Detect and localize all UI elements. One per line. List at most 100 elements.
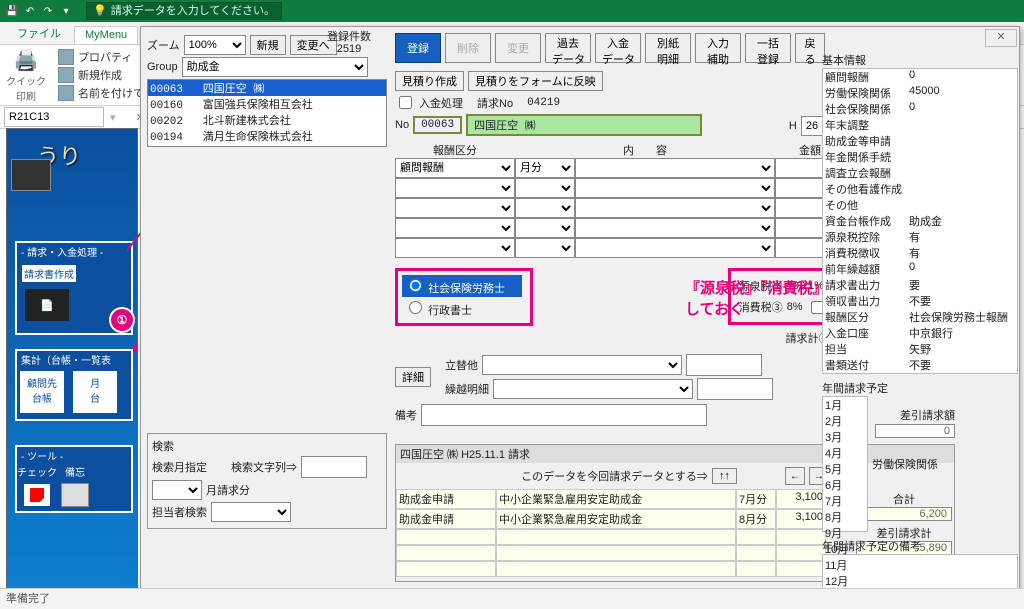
doc-icon — [58, 49, 74, 65]
list-row[interactable]: 00202 北斗新建株式会社 — [148, 112, 386, 128]
row0-content-b[interactable] — [575, 158, 775, 178]
delete-button: 削除 — [445, 33, 491, 63]
row0-kubun[interactable]: 顧問報酬 — [395, 158, 515, 178]
info-key: その他看護作成 — [825, 181, 909, 197]
row0-content-a[interactable]: 月分 — [515, 158, 575, 178]
list-row[interactable]: 00063 四国圧空 ㈱ — [148, 80, 386, 96]
excel-titlebar: 💾 ↶ ↷ ▾ 💡 請求データを入力してください。 — [0, 0, 1024, 22]
tell-me-placeholder: 請求データを入力してください。 — [111, 3, 275, 19]
group-label: Group — [147, 61, 178, 73]
invoice-create-button[interactable]: 請求書作成 — [21, 264, 77, 283]
schedule-header: 年間請求予定 — [822, 380, 1018, 396]
info-key: その他 — [825, 197, 909, 213]
info-key: 年金関係手続 — [825, 149, 909, 165]
month-item[interactable]: 6月 — [825, 477, 865, 493]
no-code: 00063 — [413, 116, 462, 134]
deposit-proc-checkbox[interactable] — [399, 96, 412, 109]
quick-print-group[interactable]: 🖨️ クイック 印刷 — [6, 48, 46, 103]
info-key: 社会保険関係 — [825, 101, 909, 117]
search-month-select[interactable] — [152, 480, 202, 500]
tile-check[interactable] — [23, 483, 51, 507]
dialog-close-button[interactable]: ✕ — [985, 29, 1017, 47]
info-key: 消費税徴収 — [825, 245, 909, 261]
redo-icon[interactable]: ↷ — [40, 3, 56, 19]
info-val: 0 — [909, 261, 915, 277]
basic-info-header: 基本情報 — [822, 52, 1018, 68]
staff-search-select[interactable] — [211, 502, 291, 522]
month-item[interactable]: 8月 — [825, 509, 865, 525]
detail-edit-button[interactable]: 詳細 — [395, 367, 431, 387]
month-item[interactable]: 7月 — [825, 493, 865, 509]
radio-gyosei[interactable]: 行政書士 — [402, 297, 522, 319]
save-icon2 — [58, 85, 74, 101]
month-item[interactable]: 2月 — [825, 413, 865, 429]
name-box[interactable] — [4, 107, 104, 127]
month-item[interactable]: 1月 — [825, 397, 865, 413]
info-key: 源泉税控除 — [825, 229, 909, 245]
carry-label: 繰越明細 — [445, 381, 489, 397]
list-row[interactable]: 00160 富国強兵保険相互会社 — [148, 96, 386, 112]
dropdown-icon[interactable]: ▾ — [58, 3, 74, 19]
basic-info-list: 顧問報酬0労働保険関係45000社会保険関係0年末調整助成金等申請年金関係手続調… — [822, 68, 1018, 374]
month-item[interactable]: 5月 — [825, 461, 865, 477]
month-item[interactable]: 4月 — [825, 445, 865, 461]
month-list[interactable]: 1月2月3月4月5月6月7月8月9月10月11月12月 — [822, 396, 868, 532]
info-key: 領収書出力 — [825, 293, 909, 309]
new-button[interactable]: 新規 — [250, 35, 286, 55]
input-support-button[interactable]: 入力 補助 — [695, 33, 741, 63]
info-val: 不要 — [909, 293, 931, 309]
dialog-left-column: ズーム 100% 新規 変更へ Group 助成金 00063 四国圧空 ㈱ 0… — [147, 33, 387, 587]
search-string-input[interactable] — [301, 456, 367, 478]
carry-amount[interactable] — [697, 378, 773, 400]
search-header: 検索 — [152, 438, 382, 454]
detail-button[interactable]: 別紙 明細 — [645, 33, 691, 63]
quote-to-form-button[interactable]: 見積りをフォームに反映 — [468, 71, 603, 91]
row1-kubun[interactable] — [395, 178, 515, 198]
advance-amount[interactable] — [686, 354, 762, 376]
history-apply-button[interactable]: ↑↑ — [712, 468, 737, 484]
block-ledger-header: 集計（台帳・一覧表 — [17, 351, 131, 368]
tab-file[interactable]: ファイル — [6, 22, 72, 44]
month-item[interactable]: 12月 — [825, 573, 865, 589]
history-prev-button[interactable]: ← — [785, 467, 805, 485]
memo-input[interactable] — [421, 404, 707, 426]
tile-memo[interactable] — [61, 483, 89, 507]
batch-register-button[interactable]: 一括 登録 — [745, 33, 791, 63]
info-key: 請求書出力 — [825, 277, 909, 293]
advance-select[interactable] — [482, 355, 682, 375]
anno-badge-1: ① — [109, 307, 135, 333]
info-val: 中京銀行 — [909, 325, 953, 341]
past-data-button[interactable]: 過去 データ — [545, 33, 591, 63]
era-label: H — [789, 120, 797, 132]
tell-me-prompt[interactable]: 💡 請求データを入力してください。 — [86, 2, 282, 20]
tile-client-ledger[interactable]: 顧問先台帳 — [19, 370, 65, 414]
zoom-select[interactable]: 100% — [184, 35, 246, 55]
undo-icon[interactable]: ↶ — [22, 3, 38, 19]
tile-month-ledger[interactable]: 月台 — [72, 370, 118, 414]
info-val: 0 — [909, 69, 915, 85]
group-select[interactable]: 助成金 — [182, 57, 368, 77]
invoice-icon[interactable]: 📄 — [25, 289, 69, 321]
namebox-dropdown-icon[interactable]: ▾ — [110, 111, 116, 124]
back-button[interactable]: 戻 る — [795, 33, 825, 63]
register-button[interactable]: 登録 — [395, 33, 441, 63]
history-row-1: 助成金申請中小企業緊急雇用安定助成金8月分3,100 — [396, 509, 854, 529]
search-box: 検索 検索月指定 検索文字列⇒ 月請求分 担当者検索 — [147, 433, 387, 529]
info-key: 前年繰越額 — [825, 261, 909, 277]
deposit-data-button[interactable]: 入金 データ — [595, 33, 641, 63]
computer-icon — [11, 159, 51, 191]
info-key: 助成金等申請 — [825, 133, 909, 149]
carry-select[interactable] — [493, 379, 693, 399]
list-row[interactable]: 00194 満月生命保険株式会社 — [148, 128, 386, 144]
radio-sharoshi[interactable]: 社会保険労務士 — [402, 275, 522, 297]
client-list[interactable]: 00063 四国圧空 ㈱ 00160 富国強兵保険相互会社 00202 北斗新建… — [147, 79, 387, 147]
month-item[interactable]: 3月 — [825, 429, 865, 445]
month-item[interactable]: 11月 — [825, 557, 865, 573]
zoom-label: ズーム — [147, 37, 180, 53]
profession-radio-group: 社会保険労務士 行政書士 — [395, 268, 533, 326]
tab-mymenu[interactable]: MyMenu — [74, 26, 138, 44]
request-no-value: 04219 — [527, 97, 560, 109]
quote-create-button[interactable]: 見積り作成 — [395, 71, 464, 91]
block-billing-header: - 請求・入金処理 - — [17, 243, 131, 260]
save-icon[interactable]: 💾 — [4, 3, 20, 19]
